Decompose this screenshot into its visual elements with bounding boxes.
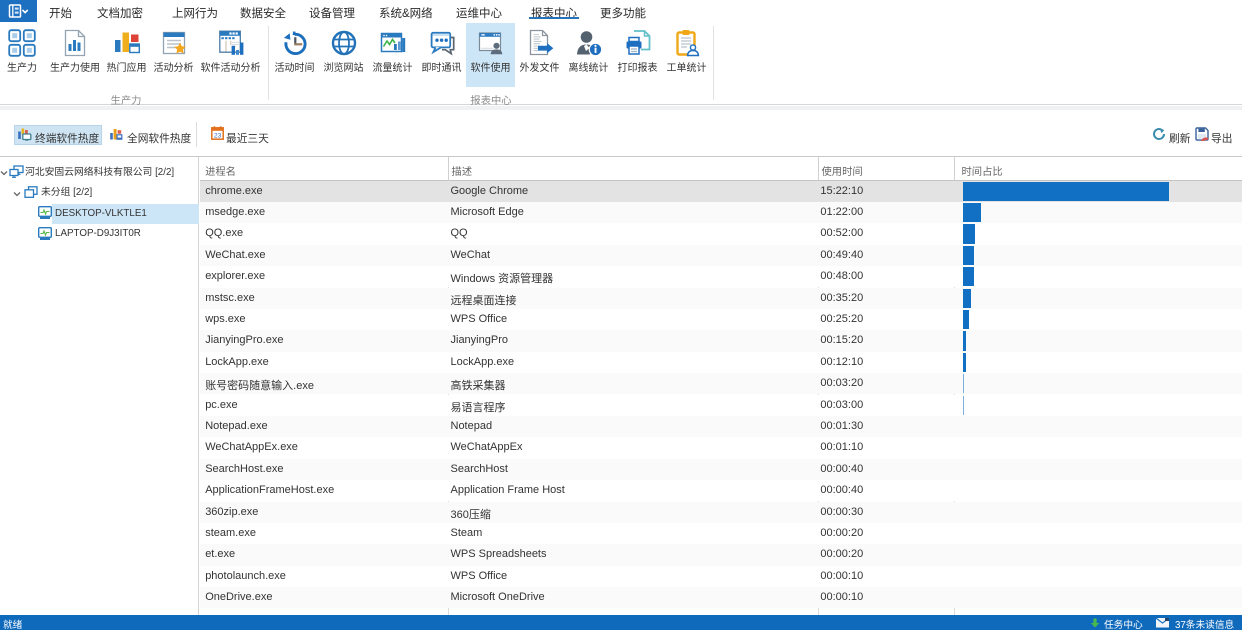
- svg-text:23: 23: [214, 133, 222, 140]
